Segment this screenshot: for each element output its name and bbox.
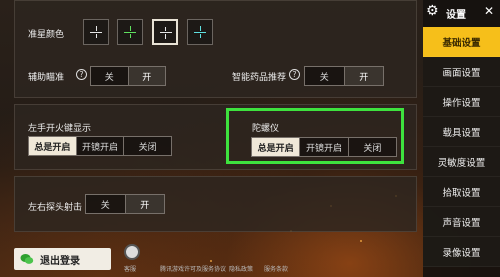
spark [360, 240, 362, 242]
left-fire-off-button[interactable]: 关闭 [123, 137, 172, 155]
smart-meds-help-icon[interactable]: ? [289, 69, 300, 80]
assist-aim-help-icon[interactable]: ? [76, 69, 87, 80]
sidebar-item-basic[interactable]: 基础设置 [423, 27, 500, 57]
peek-fire-off-button[interactable]: 关 [86, 195, 125, 213]
logout-button[interactable]: 退出登录 [14, 248, 111, 270]
smart-meds-toggle: 关 开 [304, 66, 384, 86]
gyro-always-button[interactable]: 总是开启 [252, 138, 300, 156]
crosshair-option-4[interactable] [187, 19, 213, 45]
spark [210, 260, 212, 262]
wechat-icon [20, 253, 34, 265]
peek-fire-toggle: 关 开 [85, 194, 165, 214]
crosshair-cyan-icon [188, 20, 212, 44]
license-link[interactable]: 腾讯游戏许可及服务协议 [160, 264, 226, 273]
crosshair-white-icon [84, 20, 108, 44]
service-label[interactable]: 客服 [124, 264, 136, 273]
gyro-label: 陀螺仪 [252, 124, 280, 134]
settings-title: 设置 [446, 10, 466, 21]
service-icon[interactable] [124, 244, 140, 260]
crosshair-green-icon [118, 20, 142, 44]
logout-label: 退出登录 [40, 255, 80, 267]
left-fire-always-button[interactable]: 总是开启 [29, 137, 76, 155]
gyro-selector: 总是开启 开镜开启 关闭 [251, 137, 397, 157]
peek-fire-on-button[interactable]: 开 [124, 195, 164, 213]
crosshair-color-label: 准星颜色 [28, 30, 65, 40]
terms-link[interactable]: 服务条款 [264, 264, 288, 273]
gyro-off-button[interactable]: 关闭 [347, 138, 396, 156]
sidebar-item-controls[interactable]: 操作设置 [423, 87, 500, 117]
crosshair-option-2[interactable] [117, 19, 143, 45]
sidebar-item-sensitivity[interactable]: 灵敏度设置 [423, 147, 500, 177]
settings-header: ⚙ 设置 ✕ [423, 0, 500, 25]
left-fire-scope-button[interactable]: 开镜开启 [75, 137, 124, 155]
smart-meds-on-button[interactable]: 开 [343, 67, 383, 85]
crosshair-white-icon [154, 21, 176, 43]
assist-aim-toggle: 关 开 [90, 66, 166, 86]
assist-aim-on-button[interactable]: 开 [127, 67, 165, 85]
close-icon[interactable]: ✕ [484, 4, 494, 18]
smart-meds-label: 智能药品推荐 [232, 73, 287, 83]
crosshair-option-1[interactable] [83, 19, 109, 45]
sidebar-item-recording[interactable]: 录像设置 [423, 237, 500, 267]
gear-icon: ⚙ [426, 3, 439, 19]
privacy-link[interactable]: 隐私政策 [229, 264, 253, 273]
sidebar-item-graphics[interactable]: 画面设置 [423, 57, 500, 87]
left-fire-label: 左手开火键显示 [28, 124, 92, 134]
peek-fire-label: 左右探头射击 [28, 203, 83, 213]
left-fire-selector: 总是开启 开镜开启 关闭 [28, 136, 172, 156]
sidebar-item-vehicle[interactable]: 载具设置 [423, 117, 500, 147]
crosshair-option-3[interactable] [152, 19, 178, 45]
gyro-scope-button[interactable]: 开镜开启 [299, 138, 348, 156]
sidebar-item-pickup[interactable]: 拾取设置 [423, 177, 500, 207]
smart-meds-off-button[interactable]: 关 [305, 67, 344, 85]
assist-aim-off-button[interactable]: 关 [91, 67, 128, 85]
sidebar-item-sound[interactable]: 声音设置 [423, 207, 500, 237]
assist-aim-label: 辅助瞄准 [28, 73, 65, 83]
